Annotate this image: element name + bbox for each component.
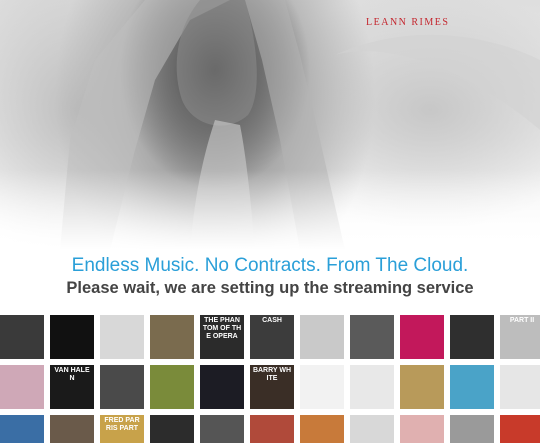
tagline-headline: Endless Music. No Contracts. From The Cl… xyxy=(71,255,469,276)
album-cover xyxy=(300,315,344,359)
album-cover: VAN HALEN xyxy=(50,365,94,409)
album-cover xyxy=(0,365,44,409)
album-cover xyxy=(500,415,540,443)
album-cover xyxy=(100,315,144,359)
album-cover: CASH xyxy=(250,315,294,359)
album-cover xyxy=(150,365,194,409)
album-cover xyxy=(300,415,344,443)
album-cover xyxy=(200,415,244,443)
hero-banner: LEANN RIMES xyxy=(0,0,540,250)
album-cover xyxy=(400,415,444,443)
album-cover xyxy=(50,315,94,359)
hero-fade xyxy=(0,170,540,250)
album-cover xyxy=(450,365,494,409)
artist-logo: LEANN RIMES xyxy=(366,17,450,28)
album-cover: PART II xyxy=(500,315,540,359)
album-cover xyxy=(400,365,444,409)
album-cover xyxy=(0,315,44,359)
album-cover xyxy=(150,315,194,359)
album-cover: BARRY WHITE xyxy=(250,365,294,409)
album-cover xyxy=(300,365,344,409)
album-cover xyxy=(350,365,394,409)
album-cover xyxy=(250,415,294,443)
album-cover xyxy=(50,415,94,443)
album-cover: FRED PARRIS PART xyxy=(100,415,144,443)
album-cover xyxy=(400,315,444,359)
setup-status-message: Please wait, we are setting up the strea… xyxy=(66,279,474,297)
album-cover xyxy=(350,315,394,359)
album-cover xyxy=(150,415,194,443)
album-cover xyxy=(450,415,494,443)
album-cover xyxy=(100,365,144,409)
album-cover xyxy=(200,365,244,409)
album-cover xyxy=(450,315,494,359)
album-cover xyxy=(0,415,44,443)
album-cover-grid: THE PHANTOM OF THE OPERA CASH PART II VAN H… xyxy=(0,315,540,443)
album-cover xyxy=(350,415,394,443)
album-cover: THE PHANTOM OF THE OPERA xyxy=(200,315,244,359)
album-cover xyxy=(500,365,540,409)
